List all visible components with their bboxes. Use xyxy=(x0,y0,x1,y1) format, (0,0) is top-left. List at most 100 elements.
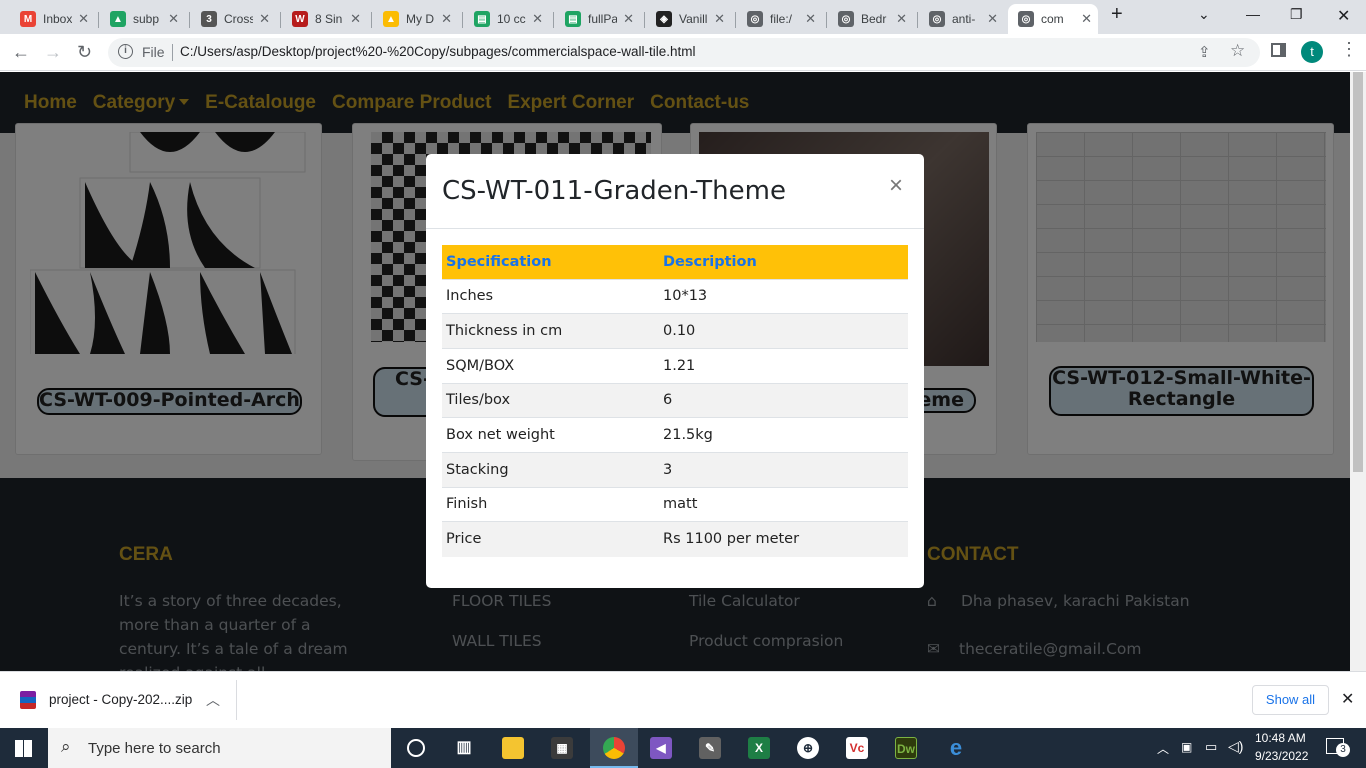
close-tab-icon[interactable]: ✕ xyxy=(714,11,725,27)
scrollbar-thumb[interactable] xyxy=(1353,72,1363,472)
tab[interactable]: 3 Cross ✕ xyxy=(191,4,276,34)
tab-separator xyxy=(98,12,99,28)
spec-name: Stacking xyxy=(442,451,659,488)
side-panel-icon[interactable] xyxy=(1271,43,1286,57)
scheme-label: File xyxy=(142,44,165,60)
close-shelf-icon[interactable]: ✕ xyxy=(1341,689,1354,709)
modal-divider xyxy=(426,228,924,229)
product-spec-modal: CS-WT-011-Graden-Theme × Specification D… xyxy=(426,154,924,588)
task-view-icon[interactable]: ▥ xyxy=(453,737,475,759)
layout-icon: ▤ xyxy=(474,11,490,27)
close-window-icon[interactable]: ✕ xyxy=(1337,6,1350,26)
bookmark-star-icon[interactable]: ☆ xyxy=(1230,41,1245,61)
tab[interactable]: ◎ com ✕ xyxy=(1008,4,1098,34)
tab[interactable]: M Inbox ✕ xyxy=(10,4,95,34)
shelf-divider xyxy=(236,680,237,720)
tab-title: file:/ xyxy=(770,12,793,26)
tab[interactable]: ▤ fullPa ✕ xyxy=(555,4,640,34)
clock-time[interactable]: 10:48 AM xyxy=(1255,731,1306,745)
reload-icon[interactable]: ↻ xyxy=(77,42,92,63)
restore-icon[interactable]: ❐ xyxy=(1290,6,1303,23)
tab[interactable]: ◎ file:/ ✕ xyxy=(737,4,822,34)
tab-title: 10 cc xyxy=(497,12,526,26)
dreamweaver-icon[interactable]: Dw xyxy=(895,737,917,759)
tab-title: Bedr xyxy=(861,12,887,26)
profile-avatar[interactable]: t xyxy=(1301,41,1323,63)
windows-start-icon[interactable] xyxy=(15,740,32,757)
tab[interactable]: W 8 Sin ✕ xyxy=(282,4,367,34)
modal-title: CS-WT-011-Graden-Theme xyxy=(442,176,786,206)
w-icon: W xyxy=(292,11,308,27)
cortana-icon[interactable] xyxy=(407,739,425,757)
tab[interactable]: ▲ My D ✕ xyxy=(373,4,458,34)
vc-icon[interactable]: Vc xyxy=(846,737,868,759)
minimize-icon[interactable]: — xyxy=(1246,6,1260,22)
close-tab-icon[interactable]: ✕ xyxy=(805,11,816,27)
menu-icon[interactable]: ⋮ xyxy=(1340,39,1358,60)
edge-icon[interactable]: e xyxy=(945,737,967,759)
table-row: Price Rs 1100 per meter xyxy=(442,521,908,557)
tab-separator xyxy=(371,12,372,28)
table-row: Box net weight 21.5kg xyxy=(442,417,908,453)
close-tab-icon[interactable]: ✕ xyxy=(532,11,543,27)
new-tab-button[interactable]: + xyxy=(1111,3,1123,26)
table-row: Thickness in cm 0.10 xyxy=(442,313,908,349)
search-icon: ⌕ xyxy=(61,737,71,756)
download-item-name[interactable]: project - Copy-202....zip xyxy=(49,692,192,707)
drive-icon: ▲ xyxy=(110,11,126,27)
close-tab-icon[interactable]: ✕ xyxy=(987,11,998,27)
chrome-icon[interactable] xyxy=(603,737,625,759)
spec-value: matt xyxy=(659,486,908,522)
close-tab-icon[interactable]: ✕ xyxy=(78,11,89,27)
windows-taskbar: ⌕ Type here to search ▥ ▦ ◀ ✎ X ⊕ Vc Dw … xyxy=(0,728,1366,768)
excel-icon[interactable]: X xyxy=(748,737,770,759)
close-tab-icon[interactable]: ✕ xyxy=(441,11,452,27)
close-tab-icon[interactable]: ✕ xyxy=(896,11,907,27)
tab[interactable]: ◎ Bedr ✕ xyxy=(828,4,913,34)
taskbar-search[interactable]: ⌕ Type here to search xyxy=(48,728,391,768)
gmail-icon: M xyxy=(20,11,36,27)
tab-separator xyxy=(462,12,463,28)
volume-icon[interactable]: ◁) xyxy=(1228,738,1243,755)
back-icon[interactable]: ← xyxy=(12,42,30,63)
drive-icon: ▲ xyxy=(383,11,399,27)
tab-separator xyxy=(735,12,736,28)
site-info-icon[interactable]: i xyxy=(118,44,133,59)
close-tab-icon[interactable]: ✕ xyxy=(168,11,179,27)
forward-icon[interactable]: → xyxy=(44,42,62,63)
store-icon[interactable]: ▦ xyxy=(551,737,573,759)
tab[interactable]: ▤ 10 cc ✕ xyxy=(464,4,549,34)
close-tab-icon[interactable]: ✕ xyxy=(259,11,270,27)
tab[interactable]: ◈ Vanill ✕ xyxy=(646,4,731,34)
spec-value: 3 xyxy=(659,451,908,488)
tab[interactable]: ▲ subp ✕ xyxy=(100,4,185,34)
close-tab-icon[interactable]: ✕ xyxy=(1081,11,1092,27)
table-row: Stacking 3 xyxy=(442,451,908,488)
tab-title: fullPa xyxy=(588,12,618,26)
close-icon[interactable]: × xyxy=(889,172,903,200)
network-icon[interactable]: ▭ xyxy=(1205,739,1217,755)
layout-icon: ▤ xyxy=(565,11,581,27)
tools-icon[interactable]: ✎ xyxy=(699,737,721,759)
share-icon[interactable]: ⇪ xyxy=(1198,43,1211,61)
spec-name: Box net weight xyxy=(442,417,659,453)
chevron-up-icon[interactable]: ︿ xyxy=(206,690,220,710)
tab-separator xyxy=(280,12,281,28)
tray-app-icon[interactable]: ▣ xyxy=(1181,740,1192,754)
clock-date[interactable]: 9/23/2022 xyxy=(1255,749,1308,763)
close-tab-icon[interactable]: ✕ xyxy=(623,11,634,27)
tab[interactable]: ◎ anti- ✕ xyxy=(919,4,1004,34)
address-url[interactable]: C:/Users/asp/Desktop/project%20-%20Copy/… xyxy=(180,44,695,59)
spec-value: 6 xyxy=(659,382,908,418)
file-explorer-icon[interactable] xyxy=(502,737,524,759)
tab-title: subp xyxy=(133,12,160,26)
tab-search-icon[interactable]: ⌄ xyxy=(1198,6,1210,23)
address-bar[interactable]: i File C:/Users/asp/Desktop/project%20-%… xyxy=(108,38,1260,67)
show-all-button[interactable]: Show all xyxy=(1252,685,1329,715)
chevron-up-icon[interactable]: ︿ xyxy=(1157,740,1169,757)
app-icon[interactable]: ⊕ xyxy=(797,737,819,759)
visual-studio-icon[interactable]: ◀ xyxy=(650,737,672,759)
spec-name: Thickness in cm xyxy=(442,313,659,349)
close-tab-icon[interactable]: ✕ xyxy=(350,11,361,27)
archive-file-icon xyxy=(20,691,36,709)
